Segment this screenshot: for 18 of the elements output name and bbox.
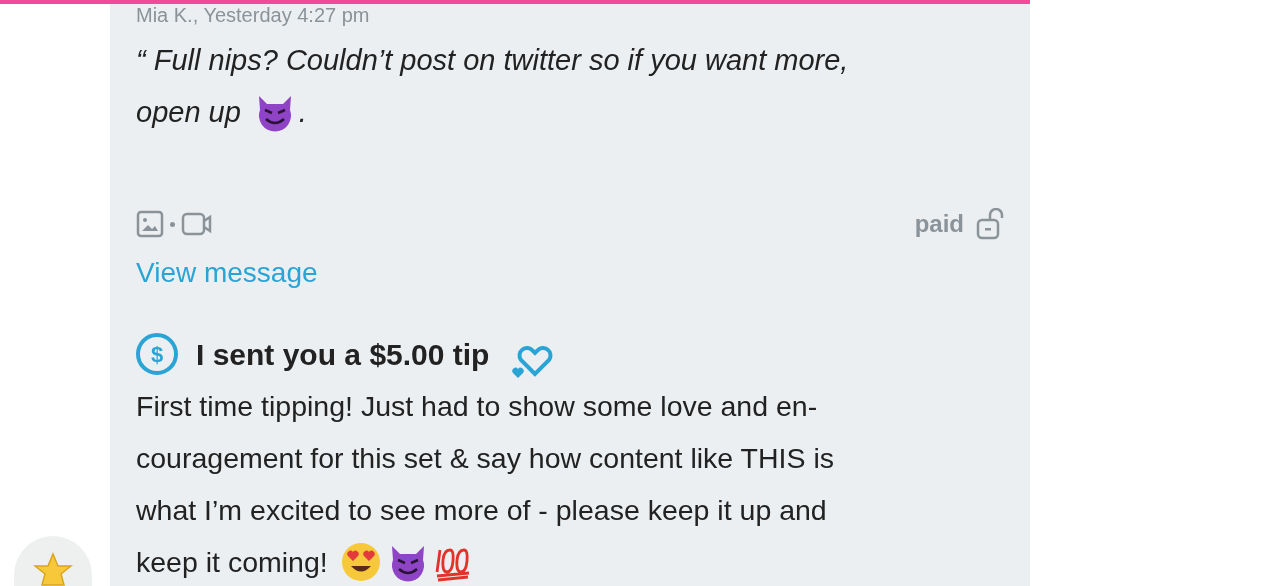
sender-timestamp: Mia K., Yesterday 4:27 pm — [136, 4, 370, 26]
unlocked-lock-icon — [976, 208, 1004, 240]
favorite-button[interactable] — [14, 536, 92, 586]
tip-message: couragement for this set & say how content like THIS is — [136, 441, 835, 476]
dollar-icon: $ — [136, 333, 178, 375]
message-text: open up — [136, 95, 241, 130]
video-icon — [181, 212, 213, 236]
image-icon — [136, 210, 164, 238]
tip-title: I sent you a $5.00 tip — [196, 336, 490, 373]
tip-message: First time tipping! Just had to show some love and en- — [136, 389, 818, 424]
tip-message: what I’m excited to see more of - please keep it up and — [136, 493, 827, 528]
star-icon — [33, 552, 73, 586]
message-text: “ Full nips? Couldn’t post on twitter so if you want more, — [136, 43, 849, 78]
message-period: . — [298, 95, 307, 130]
heart-eyes-emoji-icon — [339, 541, 382, 583]
paid-label: paid — [914, 209, 964, 239]
view-message-link[interactable]: View message — [136, 252, 318, 294]
tip-message: keep it coming! — [136, 545, 328, 580]
